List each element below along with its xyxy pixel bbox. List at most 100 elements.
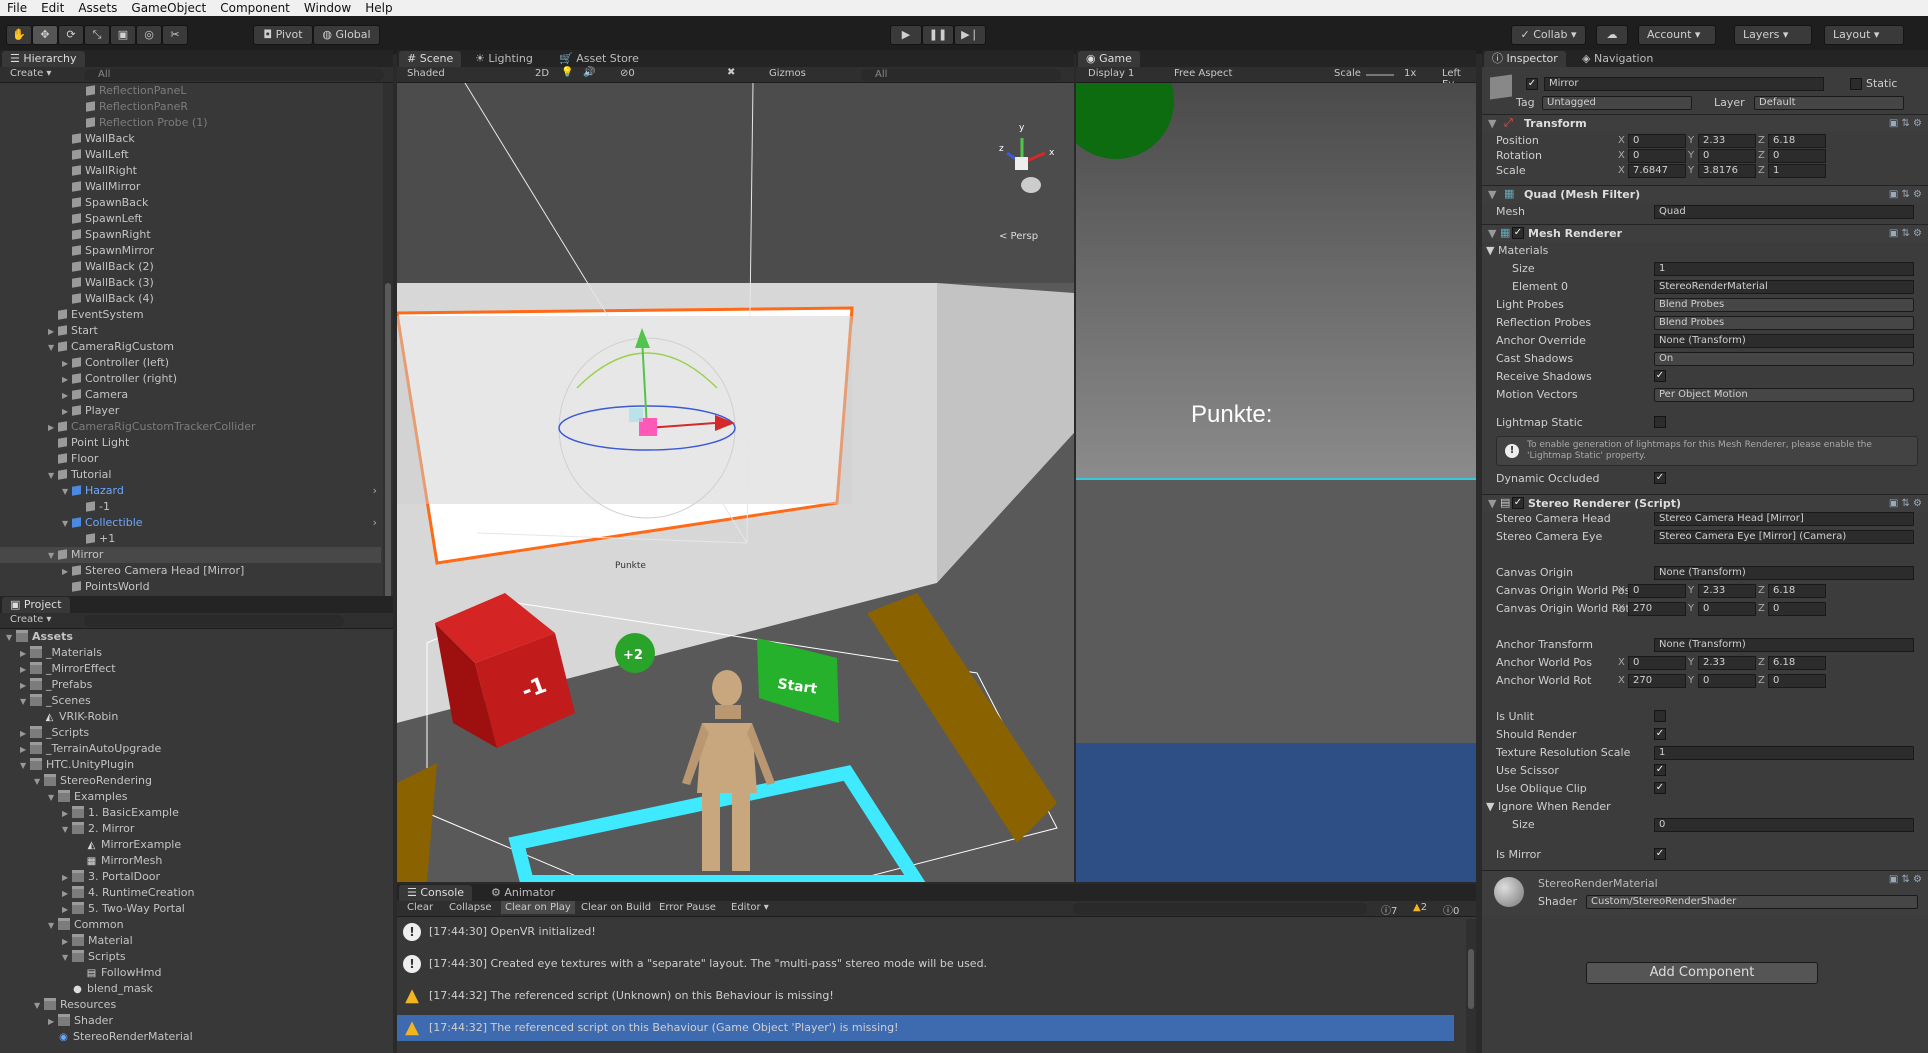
project-item[interactable]: ▶ _TerrainAutoUpgrade — [0, 741, 381, 757]
menu-edit[interactable]: Edit — [34, 0, 71, 16]
aspect-dropdown[interactable]: Free Aspect — [1174, 68, 1232, 79]
custom-tool-icon[interactable]: ✂ — [162, 25, 188, 45]
menu-window[interactable]: Window — [297, 0, 358, 16]
project-item[interactable]: ▼ Resources — [0, 997, 381, 1013]
tab-hierarchy[interactable]: ☰ Hierarchy — [2, 51, 85, 67]
project-item[interactable]: ▶ _Prefabs — [0, 677, 381, 693]
hierarchy-item[interactable]: WallMirror — [0, 179, 381, 195]
static-checkbox[interactable] — [1850, 78, 1862, 90]
hierarchy-item[interactable]: ▶ CameraRigCustomTrackerCollider — [0, 419, 381, 435]
collapse-arrow-icon[interactable]: ▶ — [48, 1014, 58, 1030]
hierarchy-search-input[interactable]: All — [84, 69, 384, 81]
hierarchy-item[interactable]: ▶ Player — [0, 403, 381, 419]
collapse-arrow-icon[interactable]: ▶ — [62, 372, 72, 388]
motion-vectors-dropdown[interactable]: Per Object Motion — [1654, 388, 1914, 402]
hierarchy-item[interactable]: WallBack (4) — [0, 291, 381, 307]
hand-tool-icon[interactable]: ✋ — [6, 25, 32, 45]
should-render-checkbox[interactable]: ✓ — [1654, 728, 1666, 740]
add-component-button[interactable]: Add Component — [1586, 962, 1818, 984]
hierarchy-item[interactable]: -1 — [0, 499, 381, 515]
hierarchy-item[interactable]: ▼ Mirror — [0, 547, 381, 563]
hierarchy-item[interactable]: Point Light — [0, 435, 381, 451]
tab-navigation[interactable]: ◈ Navigation — [1574, 51, 1661, 67]
light-toggle-icon[interactable]: 💡 — [561, 67, 573, 78]
gizmos-dropdown[interactable]: Gizmos — [769, 68, 806, 79]
project-item[interactable]: ▼ Scripts — [0, 949, 381, 965]
display-dropdown[interactable]: Display 1 — [1088, 68, 1134, 79]
collapse-arrow-icon[interactable]: ▶ — [62, 886, 72, 902]
hierarchy-item[interactable]: ▼ Collectible › — [0, 515, 381, 531]
tab-animator[interactable]: ⚙ Animator — [483, 885, 563, 901]
hierarchy-item[interactable]: WallBack (3) — [0, 275, 381, 291]
menu-help[interactable]: Help — [358, 0, 399, 16]
tab-game[interactable]: ◉ Game — [1078, 51, 1140, 67]
anchor-rot-z-field[interactable]: 0 — [1768, 674, 1826, 688]
expand-arrow-icon[interactable]: ▼ — [62, 516, 72, 532]
expand-arrow-icon[interactable]: ▼ — [48, 340, 58, 356]
collapse-arrow-icon[interactable]: ▶ — [62, 902, 72, 918]
expand-arrow-icon[interactable]: ▼ — [62, 484, 72, 500]
component-settings-icon[interactable]: ▣ ⇅ ⚙ — [1889, 228, 1922, 239]
hierarchy-item[interactable]: ▶ Controller (left) — [0, 355, 381, 371]
is-mirror-checkbox[interactable]: ✓ — [1654, 848, 1666, 860]
project-item[interactable]: ▼ _Scenes — [0, 693, 381, 709]
scale-z-field[interactable]: 1 — [1768, 164, 1826, 178]
expand-arrow-icon[interactable]: ▼ — [48, 548, 58, 564]
anchor-rot-x-field[interactable]: 270 — [1628, 674, 1686, 688]
hierarchy-item[interactable]: EventSystem — [0, 307, 381, 323]
tab-lighting[interactable]: ☀ Lighting — [467, 51, 541, 67]
project-item[interactable]: ▼ 2. Mirror — [0, 821, 381, 837]
project-item[interactable]: ▶ _MirrorEffect — [0, 661, 381, 677]
project-item[interactable]: ▶ _Materials — [0, 645, 381, 661]
tab-inspector[interactable]: ⓘ Inspector — [1484, 51, 1566, 67]
play-button[interactable]: ▶ — [890, 25, 922, 45]
receive-shadows-checkbox[interactable]: ✓ — [1654, 370, 1666, 382]
canvas-rot-x-field[interactable]: 270 — [1628, 602, 1686, 616]
mesh-renderer-header[interactable]: ▼ ▦ ✓ Mesh Renderer ▣ ⇅ ⚙ — [1482, 224, 1928, 242]
console-clear-on-play-toggle[interactable]: Clear on Play — [501, 901, 575, 914]
tab-project[interactable]: ▣ Project — [2, 597, 70, 613]
anchor-pos-y-field[interactable]: 2.33 — [1698, 656, 1756, 670]
hierarchy-item[interactable]: ReflectionPaneL — [0, 83, 381, 99]
anchor-override-field[interactable]: None (Transform) — [1654, 334, 1914, 348]
persp-label[interactable]: < Persp — [999, 231, 1038, 242]
tex-res-field[interactable]: 1 — [1654, 746, 1914, 760]
stereo-eye-field[interactable]: Stereo Camera Eye [Mirror] (Camera) — [1654, 530, 1914, 544]
expand-arrow-icon[interactable]: ▼ — [34, 998, 44, 1014]
component-settings-icon[interactable]: ▣ ⇅ ⚙ — [1889, 118, 1922, 129]
expand-arrow-icon[interactable]: ▼ — [62, 950, 72, 966]
component-settings-icon[interactable]: ▣ ⇅ ⚙ — [1889, 498, 1922, 509]
step-button[interactable]: ▶❘ — [954, 25, 986, 45]
collapse-arrow-icon[interactable]: ▶ — [20, 646, 30, 662]
hierarchy-item[interactable]: SpawnLeft — [0, 211, 381, 227]
console-log-row[interactable]: ▲ [17:44:32] The referenced script (Unkno… — [397, 983, 1454, 1009]
is-unlit-checkbox[interactable] — [1654, 710, 1666, 722]
project-item[interactable]: ▶ 3. PortalDoor — [0, 869, 381, 885]
menu-assets[interactable]: Assets — [71, 0, 124, 16]
rotation-x-field[interactable]: 0 — [1628, 149, 1686, 163]
tools-icon[interactable]: ✖ — [727, 67, 735, 78]
console-error-count[interactable]: ⓘ0 — [1443, 902, 1459, 917]
collapse-arrow-icon[interactable]: ▶ — [62, 356, 72, 372]
tab-asset-store[interactable]: 🛒 Asset Store — [551, 51, 647, 67]
hierarchy-item[interactable]: PointsWorld — [0, 579, 381, 595]
rotation-y-field[interactable]: 0 — [1698, 149, 1756, 163]
console-log-row[interactable]: ! [17:44:30] Created eye textures with a … — [397, 951, 1454, 977]
project-item[interactable]: ▶ 5. Two-Way Portal — [0, 901, 381, 917]
tab-console[interactable]: ☰ Console — [399, 885, 473, 901]
account-dropdown[interactable]: Account ▾ — [1638, 25, 1716, 45]
lightmap-static-checkbox[interactable] — [1654, 416, 1666, 428]
project-create-button[interactable]: Create ▾ — [10, 614, 51, 625]
expand-arrow-icon[interactable]: ▼ — [48, 918, 58, 934]
project-item[interactable]: ▼ Assets — [0, 629, 381, 645]
project-item[interactable]: ▼ StereoRendering — [0, 773, 381, 789]
anchor-transform-field[interactable]: None (Transform) — [1654, 638, 1914, 652]
prefab-open-icon[interactable]: › — [373, 515, 377, 531]
hierarchy-item[interactable]: WallBack — [0, 131, 381, 147]
materials-foldout[interactable]: ▼ Materials — [1486, 244, 1548, 257]
console-info-count[interactable]: ⓘ7 — [1381, 902, 1397, 917]
cast-shadows-dropdown[interactable]: On — [1654, 352, 1914, 366]
canvas-rot-y-field[interactable]: 0 — [1698, 602, 1756, 616]
menu-component[interactable]: Component — [213, 0, 297, 16]
materials-size-field[interactable]: 1 — [1654, 262, 1914, 276]
